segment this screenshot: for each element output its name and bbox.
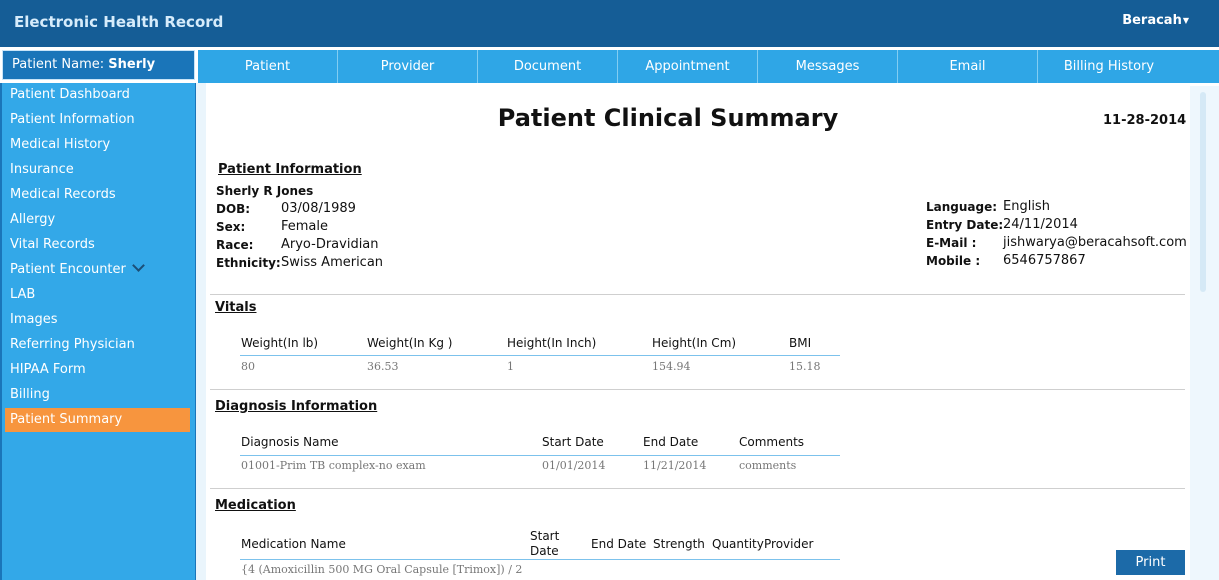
nav-row: Patient Name: Sherly Patient Provider Do… xyxy=(0,47,1219,83)
sidebar-item-lab[interactable]: LAB xyxy=(5,283,190,307)
medication-name: {4 (Amoxicillin 500 MG Oral Capsule [Tri… xyxy=(241,563,523,576)
diagnosis-col-comments: Comments xyxy=(739,435,805,449)
sidebar-item-allergy[interactable]: Allergy xyxy=(5,208,190,232)
tab-patient[interactable]: Patient xyxy=(198,50,338,83)
vitals-col-height-inch: Height(In Inch) xyxy=(507,336,597,350)
vitals-weight-lb: 80 xyxy=(241,360,255,373)
mobile-label: Mobile : xyxy=(926,254,981,268)
patient-name-value: Sherly xyxy=(108,57,156,72)
email-value: jishwarya@beracahsoft.com xyxy=(1003,235,1187,250)
sex-label: Sex: xyxy=(216,220,246,234)
medication-col-name: Medication Name xyxy=(241,537,346,551)
vitals-col-bmi: BMI xyxy=(789,336,812,350)
section-divider xyxy=(210,488,1185,489)
sidebar-item-patient-summary[interactable]: Patient Summary xyxy=(5,408,190,432)
chevron-down-icon xyxy=(132,259,145,272)
vitals-col-height-cm: Height(In Cm) xyxy=(652,336,737,350)
tab-billing-history[interactable]: Billing History xyxy=(1038,50,1180,83)
sidebar-item-medical-records[interactable]: Medical Records xyxy=(5,183,190,207)
diagnosis-col-name: Diagnosis Name xyxy=(241,435,339,449)
vitals-bmi: 15.18 xyxy=(789,360,821,373)
user-menu[interactable]: Beracah▼ xyxy=(1122,13,1189,28)
vitals-height-inch: 1 xyxy=(507,360,514,373)
tab-appointment[interactable]: Appointment xyxy=(618,50,758,83)
table-header-line xyxy=(240,355,840,356)
dob-value: 03/08/1989 xyxy=(281,201,356,216)
sidebar-item-insurance[interactable]: Insurance xyxy=(5,158,190,182)
page-title: Patient Clinical Summary xyxy=(497,104,839,132)
scroll-thumb[interactable] xyxy=(1200,92,1206,292)
medication-col-provider: Provider xyxy=(764,537,814,551)
scrollbar[interactable] xyxy=(1190,86,1219,580)
diagnosis-comments: comments xyxy=(739,459,797,472)
vitals-weight-kg: 36.53 xyxy=(367,360,399,373)
patient-name-label: Patient Name: xyxy=(12,57,105,72)
diagnosis-start-date: 01/01/2014 xyxy=(542,459,606,472)
sex-value: Female xyxy=(281,219,329,234)
language-value: English xyxy=(1003,199,1050,214)
sidebar-item-hipaa-form[interactable]: HIPAA Form xyxy=(5,358,190,382)
section-divider xyxy=(210,294,1185,295)
sidebar-item-vital-records[interactable]: Vital Records xyxy=(5,233,190,257)
top-bar: Electronic Health Record Beracah▼ xyxy=(0,0,1219,47)
language-label: Language: xyxy=(926,200,998,214)
caret-down-icon: ▼ xyxy=(1182,16,1189,25)
sidebar-item-label: Patient Encounter xyxy=(10,262,126,277)
user-name: Beracah xyxy=(1122,13,1182,28)
sidebar-item-patient-information[interactable]: Patient Information xyxy=(5,108,190,132)
tab-email[interactable]: Email xyxy=(898,50,1038,83)
diagnosis-name: 01001-Prim TB complex-no exam xyxy=(241,459,426,472)
mobile-value: 6546757867 xyxy=(1003,253,1086,268)
email-label: E-Mail : xyxy=(926,236,977,250)
medication-col-start-line1: Start xyxy=(530,529,560,543)
diagnosis-col-start: Start Date xyxy=(542,435,604,449)
dob-label: DOB: xyxy=(216,202,251,216)
vitals-height-cm: 154.94 xyxy=(652,360,691,373)
main-tabs: Patient Provider Document Appointment Me… xyxy=(198,50,1219,83)
sidebar-item-patient-dashboard[interactable]: Patient Dashboard xyxy=(5,83,190,107)
sidebar-item-images[interactable]: Images xyxy=(5,308,190,332)
vitals-col-weight-kg: Weight(In Kg ) xyxy=(367,336,453,350)
ethnicity-value: Swiss American xyxy=(281,255,384,270)
patient-info-heading: Patient Information xyxy=(218,162,362,177)
diagnosis-end-date: 11/21/2014 xyxy=(643,459,707,472)
diagnosis-col-end: End Date xyxy=(643,435,699,449)
ethnicity-label: Ethnicity: xyxy=(216,256,281,270)
medication-col-quantity: Quantity xyxy=(712,537,764,551)
sidebar-item-billing[interactable]: Billing xyxy=(5,383,190,407)
vitals-col-weight-lb: Weight(In lb) xyxy=(241,336,319,350)
medication-col-end: End Date xyxy=(591,537,647,551)
tab-messages[interactable]: Messages xyxy=(758,50,898,83)
section-divider xyxy=(210,389,1185,390)
table-header-line xyxy=(240,455,840,456)
sidebar-item-medical-history[interactable]: Medical History xyxy=(5,133,190,157)
medication-col-start-line2: Date xyxy=(530,544,559,558)
race-label: Race: xyxy=(216,238,254,252)
print-button[interactable]: Print xyxy=(1116,550,1185,575)
patient-full-name: Sherly R Jones xyxy=(216,184,314,198)
summary-content xyxy=(206,86,1190,580)
tab-document[interactable]: Document xyxy=(478,50,618,83)
vitals-heading: Vitals xyxy=(215,300,257,315)
entry-date-value: 24/11/2014 xyxy=(1003,217,1078,232)
race-value: Aryo-Dravidian xyxy=(281,237,379,252)
tab-provider[interactable]: Provider xyxy=(338,50,478,83)
entry-date-label: Entry Date: xyxy=(926,218,1004,232)
app-title: Electronic Health Record xyxy=(14,13,224,31)
sidebar-item-referring-physician[interactable]: Referring Physician xyxy=(5,333,190,357)
medication-heading: Medication xyxy=(215,498,296,513)
content-gutter xyxy=(196,83,206,580)
summary-date: 11-28-2014 xyxy=(1103,113,1187,128)
sidebar-item-patient-encounter[interactable]: Patient Encounter xyxy=(5,258,190,282)
table-header-line xyxy=(240,559,840,560)
medication-col-strength: Strength xyxy=(653,537,705,551)
patient-name-header: Patient Name: Sherly xyxy=(2,50,195,80)
sidebar: Patient Dashboard Patient Information Me… xyxy=(0,83,196,580)
diagnosis-heading: Diagnosis Information xyxy=(215,399,378,414)
